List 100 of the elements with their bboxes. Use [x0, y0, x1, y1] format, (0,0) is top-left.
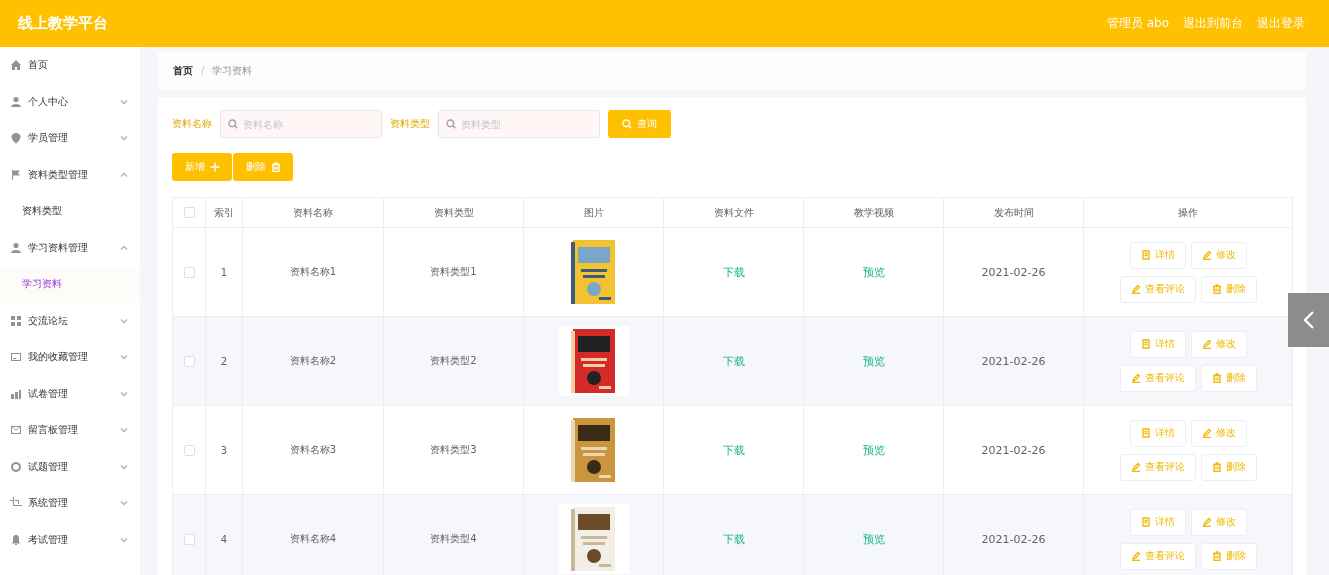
column-header: 资料文件: [663, 197, 804, 228]
table-cell: 资料名称2: [242, 316, 384, 406]
pencil-icon: [1201, 517, 1212, 527]
table-cell: 4: [205, 494, 243, 575]
column-header: 资料类型: [383, 197, 524, 228]
delete-button[interactable]: 删除: [1200, 275, 1257, 303]
edit-button[interactable]: 修改: [1190, 330, 1247, 358]
menu-item[interactable]: 首页: [0, 47, 140, 84]
comments-button[interactable]: 查看评论: [1119, 453, 1196, 481]
plus-icon: [209, 162, 220, 172]
document-icon: [1140, 517, 1151, 527]
menu-item[interactable]: 考试管理: [0, 521, 140, 558]
checkbox[interactable]: [183, 533, 195, 545]
comments-button[interactable]: 查看评论: [1119, 364, 1196, 392]
details-button[interactable]: 详情: [1129, 241, 1186, 269]
menu-item[interactable]: 留言板管理: [0, 412, 140, 449]
details-button[interactable]: 详情: [1129, 330, 1186, 358]
table-cell: 2021-02-26: [943, 227, 1084, 317]
header-link[interactable]: 退出登录: [1257, 15, 1305, 32]
details-button[interactable]: 详情: [1129, 419, 1186, 447]
checkbox[interactable]: [183, 444, 195, 456]
menu-item[interactable]: 我的收藏管理: [0, 339, 140, 376]
edit-button[interactable]: 修改: [1190, 508, 1247, 536]
pencil-icon: [1201, 428, 1212, 438]
edit-button[interactable]: 修改: [1190, 241, 1247, 269]
menu-item[interactable]: 试题管理: [0, 448, 140, 485]
menu-item[interactable]: 系统管理: [0, 485, 140, 522]
ring-icon: [10, 460, 22, 473]
search-field[interactable]: 资料名称: [220, 110, 382, 138]
card-icon: [10, 351, 22, 364]
table-cell: 3: [205, 405, 243, 495]
checkbox[interactable]: [183, 355, 195, 367]
edit-button[interactable]: 修改: [1190, 419, 1247, 447]
pencil-icon: [1201, 250, 1212, 260]
column-header: 索引: [205, 197, 243, 228]
table-cell: 2: [205, 316, 243, 406]
preview-link[interactable]: 预览: [862, 443, 885, 457]
column-header: 资料名称: [242, 197, 384, 228]
delete-button[interactable]: 删除: [1200, 453, 1257, 481]
table-cell: 1: [205, 227, 243, 317]
pencil-icon: [1201, 339, 1212, 349]
pencil-icon: [1130, 462, 1141, 472]
checkbox[interactable]: [183, 207, 195, 219]
download-link[interactable]: 下载: [722, 532, 745, 546]
flag-icon: [10, 168, 22, 181]
person-icon: [10, 95, 22, 108]
collapse-tab[interactable]: [1288, 293, 1329, 347]
document-icon: [1140, 339, 1151, 349]
trash-icon: [1211, 551, 1222, 561]
preview-link[interactable]: 预览: [862, 265, 885, 279]
trash-icon: [1211, 284, 1222, 294]
preview-link[interactable]: 预览: [862, 532, 885, 546]
preview-link[interactable]: 预览: [862, 354, 885, 368]
menu-item[interactable]: 资料类型管理: [0, 156, 140, 193]
menu-item[interactable]: 学习资料管理: [0, 229, 140, 266]
column-header: 教学视频: [803, 197, 944, 228]
menu-item[interactable]: 交流论坛: [0, 302, 140, 339]
trash-icon: [1211, 373, 1222, 383]
search-icon: [228, 119, 238, 129]
submenu-item[interactable]: 学习资料: [0, 266, 140, 303]
download-link[interactable]: 下载: [722, 443, 745, 457]
delete-button[interactable]: 删除: [233, 153, 293, 181]
home-icon: [10, 59, 22, 72]
details-button[interactable]: 详情: [1129, 508, 1186, 536]
breadcrumb-item[interactable]: 首页: [173, 63, 193, 78]
menu-item[interactable]: 试卷管理: [0, 375, 140, 412]
table-cell: 2021-02-26: [943, 316, 1084, 406]
table-cell: 资料名称1: [242, 227, 384, 317]
delete-button[interactable]: 删除: [1200, 364, 1257, 392]
search-icon: [446, 119, 456, 129]
download-link[interactable]: 下载: [722, 354, 745, 368]
search-button[interactable]: 查询: [608, 110, 671, 138]
table-cell: 资料类型4: [383, 494, 524, 575]
comments-button[interactable]: 查看评论: [1119, 542, 1196, 570]
grid-icon: [10, 314, 22, 327]
download-link[interactable]: 下载: [722, 265, 745, 279]
menu-item[interactable]: 学员管理: [0, 120, 140, 157]
app-title: 线上教学平台: [18, 14, 108, 33]
menu-item[interactable]: 个人中心: [0, 83, 140, 120]
breadcrumb-item: 学习资料: [212, 63, 253, 78]
search-icon: [622, 119, 632, 129]
add-button[interactable]: 新增: [172, 153, 232, 181]
bell-icon: [10, 533, 22, 546]
chart-icon: [10, 387, 22, 400]
pencil-icon: [1130, 284, 1141, 294]
column-header: 操作: [1083, 197, 1293, 228]
document-icon: [1140, 428, 1151, 438]
table-cell: 资料类型2: [383, 316, 524, 406]
table-cell: 2021-02-26: [943, 494, 1084, 575]
field-label: 资料类型: [390, 117, 430, 131]
header-link[interactable]: 退出到前台: [1183, 15, 1243, 32]
comments-button[interactable]: 查看评论: [1119, 275, 1196, 303]
document-icon: [1140, 250, 1151, 260]
column-header: 图片: [523, 197, 664, 228]
delete-button[interactable]: 删除: [1200, 542, 1257, 570]
chevron-left-icon: [1301, 310, 1316, 330]
table-cell: 资料类型3: [383, 405, 524, 495]
table-cell: 2021-02-26: [943, 405, 1084, 495]
checkbox[interactable]: [183, 266, 195, 278]
submenu-item[interactable]: 资料类型: [0, 193, 140, 230]
